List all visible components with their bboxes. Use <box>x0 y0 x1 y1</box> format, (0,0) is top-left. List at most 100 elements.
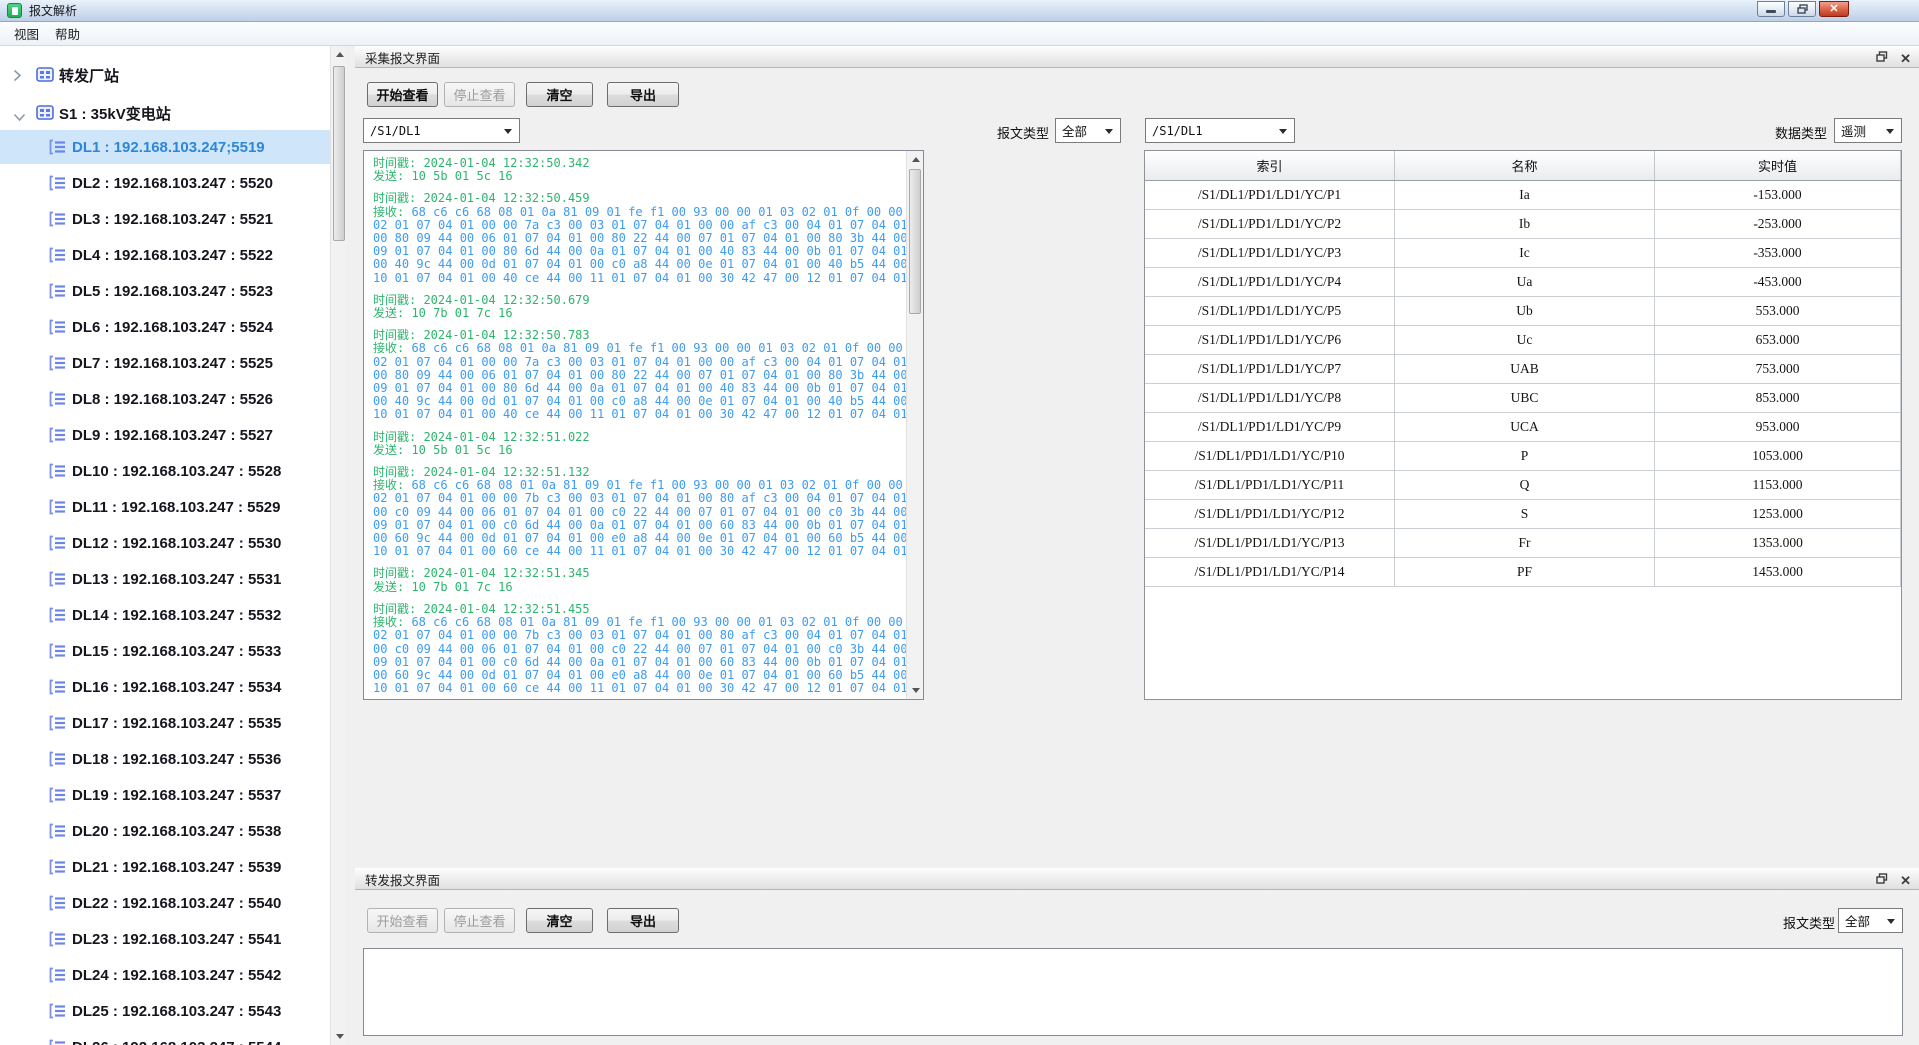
tree-item-dl17[interactable]: DL17 : 192.168.103.247 : 5535 <box>0 706 330 740</box>
cell-index: /S1/DL1/PD1/LD1/YC/P6 <box>1145 326 1395 354</box>
tree-item-dl24[interactable]: DL24 : 192.168.103.247 : 5542 <box>0 958 330 992</box>
cell-name: Uc <box>1395 326 1655 354</box>
tree-item-dl4[interactable]: DL4 : 192.168.103.247 : 5522 <box>0 238 330 272</box>
tree-item-dl14[interactable]: DL14 : 192.168.103.247 : 5532 <box>0 598 330 632</box>
table-row[interactable]: /S1/DL1/PD1/LD1/YC/P3Ic-353.000 <box>1145 239 1901 268</box>
device-select[interactable]: /S1/DL1 <box>363 118 520 143</box>
float-window-icon[interactable] <box>1876 873 1888 887</box>
tree-item-dl11[interactable]: DL11 : 192.168.103.247 : 5529 <box>0 490 330 524</box>
float-window-icon[interactable] <box>1876 51 1888 65</box>
log-direction-label: 接收: <box>373 615 411 629</box>
clear-button[interactable]: 清空 <box>526 908 593 933</box>
data-type-select[interactable]: 遥测 <box>1834 118 1902 143</box>
msg-type-select[interactable]: 全部 <box>1055 118 1121 143</box>
chevron-down-icon <box>1105 129 1113 134</box>
tree-item-dl15[interactable]: DL15 : 192.168.103.247 : 5533 <box>0 634 330 668</box>
tree-node-forward-stations[interactable]: 转发厂站 <box>0 58 330 92</box>
tree-item-dl22[interactable]: DL22 : 192.168.103.247 : 5540 <box>0 886 330 920</box>
log-scrollbar[interactable] <box>906 151 923 699</box>
tree-item-dl1[interactable]: DL1 : 192.168.103.247;5519 <box>0 130 330 164</box>
log-entry: 时间戳: 2024-01-04 12:32:51.455接收: 68 c6 c6… <box>373 603 904 695</box>
table-row[interactable]: /S1/DL1/PD1/LD1/YC/P9UCA953.000 <box>1145 413 1901 442</box>
device-list-icon <box>48 895 67 915</box>
tree-item-dl25[interactable]: DL25 : 192.168.103.247 : 5543 <box>0 994 330 1028</box>
msg-type-select[interactable]: 全部 <box>1838 908 1903 933</box>
tree-item-dl19[interactable]: DL19 : 192.168.103.247 : 5537 <box>0 778 330 812</box>
table-row[interactable]: /S1/DL1/PD1/LD1/YC/P6Uc653.000 <box>1145 326 1901 355</box>
table-row[interactable]: /S1/DL1/PD1/LD1/YC/P1Ia-153.000 <box>1145 181 1901 210</box>
tree-item-dl23[interactable]: DL23 : 192.168.103.247 : 5541 <box>0 922 330 956</box>
tree-item-dl2[interactable]: DL2 : 192.168.103.247 : 5520 <box>0 166 330 200</box>
tree-item-label: DL17 : 192.168.103.247 : 5535 <box>0 715 281 732</box>
forward-log-area[interactable] <box>363 948 1903 1036</box>
clear-button[interactable]: 清空 <box>526 82 593 107</box>
tree-item-dl7[interactable]: DL7 : 192.168.103.247 : 5525 <box>0 346 330 380</box>
table-row[interactable]: /S1/DL1/PD1/LD1/YC/P2Ib-253.000 <box>1145 210 1901 239</box>
cell-name: Ua <box>1395 268 1655 296</box>
log-direction-label: 发送: <box>373 580 411 594</box>
device-list-icon <box>48 787 67 807</box>
table-row[interactable]: /S1/DL1/PD1/LD1/YC/P4Ua-453.000 <box>1145 268 1901 297</box>
device-list-icon <box>48 427 67 447</box>
start-view-button[interactable]: 开始查看 <box>367 908 438 933</box>
log-hex-bytes: 68 c6 c6 68 08 01 0a 81 09 01 fe f1 00 9… <box>373 341 906 421</box>
scroll-down-icon[interactable] <box>331 1028 348 1045</box>
close-icon[interactable]: ✕ <box>1819 1 1849 17</box>
window-titlebar: 报文解析 ✕ <box>0 0 1919 22</box>
chevron-right-icon[interactable] <box>13 69 22 86</box>
minimize-icon[interactable] <box>1757 1 1785 17</box>
device-list-icon <box>48 859 67 879</box>
tree-item-label: DL25 : 192.168.103.247 : 5543 <box>0 1003 281 1020</box>
cell-name: UCA <box>1395 413 1655 441</box>
log-entry: 时间戳: 2024-01-04 12:32:50.342发送: 10 5b 01… <box>373 157 904 183</box>
scrollbar-thumb[interactable] <box>333 66 345 241</box>
tree-item-dl13[interactable]: DL13 : 192.168.103.247 : 5531 <box>0 562 330 596</box>
tree-item-dl10[interactable]: DL10 : 192.168.103.247 : 5528 <box>0 454 330 488</box>
tree-node-station-s1[interactable]: S1 : 35kV变电站 <box>0 96 330 130</box>
stop-view-button[interactable]: 停止查看 <box>444 82 515 107</box>
cell-name: Ub <box>1395 297 1655 325</box>
table-row[interactable]: /S1/DL1/PD1/LD1/YC/P13Fr1353.000 <box>1145 529 1901 558</box>
msg-type-label: 报文类型 <box>1783 913 1835 932</box>
tree-item-label: DL6 : 192.168.103.247 : 5524 <box>0 319 273 336</box>
tree-item-dl20[interactable]: DL20 : 192.168.103.247 : 5538 <box>0 814 330 848</box>
export-button[interactable]: 导出 <box>607 908 679 933</box>
table-row[interactable]: /S1/DL1/PD1/LD1/YC/P8UBC853.000 <box>1145 384 1901 413</box>
chevron-down-icon[interactable] <box>13 109 26 126</box>
scrollbar-thumb[interactable] <box>909 169 921 314</box>
close-icon[interactable]: ✕ <box>1900 874 1911 887</box>
tree-item-dl16[interactable]: DL16 : 192.168.103.247 : 5534 <box>0 670 330 704</box>
start-view-button[interactable]: 开始查看 <box>367 82 438 107</box>
tree-scrollbar[interactable] <box>330 46 347 1045</box>
scroll-up-icon[interactable] <box>331 46 348 63</box>
table-row[interactable]: /S1/DL1/PD1/LD1/YC/P12S1253.000 <box>1145 500 1901 529</box>
scroll-up-icon[interactable] <box>907 151 924 168</box>
tree-item-dl8[interactable]: DL8 : 192.168.103.247 : 5526 <box>0 382 330 416</box>
table-row[interactable]: /S1/DL1/PD1/LD1/YC/P7UAB753.000 <box>1145 355 1901 384</box>
tree-item-dl3[interactable]: DL3 : 192.168.103.247 : 5521 <box>0 202 330 236</box>
table-row[interactable]: /S1/DL1/PD1/LD1/YC/P14PF1453.000 <box>1145 558 1901 587</box>
export-button[interactable]: 导出 <box>607 82 679 107</box>
table-row[interactable]: /S1/DL1/PD1/LD1/YC/P5Ub553.000 <box>1145 297 1901 326</box>
table-row[interactable]: /S1/DL1/PD1/LD1/YC/P11Q1153.000 <box>1145 471 1901 500</box>
close-icon[interactable]: ✕ <box>1900 52 1911 65</box>
log-entry: 时间戳: 2024-01-04 12:32:50.783接收: 68 c6 c6… <box>373 329 904 421</box>
tree-item-dl5[interactable]: DL5 : 192.168.103.247 : 5523 <box>0 274 330 308</box>
tree-item-dl6[interactable]: DL6 : 192.168.103.247 : 5524 <box>0 310 330 344</box>
table-row[interactable]: /S1/DL1/PD1/LD1/YC/P10P1053.000 <box>1145 442 1901 471</box>
restore-icon[interactable] <box>1788 1 1816 17</box>
tree-item-dl21[interactable]: DL21 : 192.168.103.247 : 5539 <box>0 850 330 884</box>
scroll-down-icon[interactable] <box>907 682 924 699</box>
data-type-label: 数据类型 <box>1775 123 1827 142</box>
log-text: 时间戳: 2024-01-04 12:32:50.342发送: 10 5b 01… <box>364 151 906 699</box>
log-area[interactable]: 时间戳: 2024-01-04 12:32:50.342发送: 10 5b 01… <box>363 150 924 700</box>
tree-item-dl9[interactable]: DL9 : 192.168.103.247 : 5527 <box>0 418 330 452</box>
capture-panel: 采集报文界面 ✕ 开始查看 停止查看 清空 导出 /S1/DL1 报文类型 全部… <box>355 46 1919 868</box>
point-select[interactable]: /S1/DL1 <box>1145 118 1295 143</box>
tree-item-dl12[interactable]: DL12 : 192.168.103.247 : 5530 <box>0 526 330 560</box>
menu-item-help[interactable]: 帮助 <box>47 21 88 46</box>
stop-view-button[interactable]: 停止查看 <box>444 908 515 933</box>
tree-item-dl26[interactable]: DL26 : 192.168.103.247 : 5544 <box>0 1030 330 1045</box>
tree-item-dl18[interactable]: DL18 : 192.168.103.247 : 5536 <box>0 742 330 776</box>
menu-item-view[interactable]: 视图 <box>6 21 47 46</box>
